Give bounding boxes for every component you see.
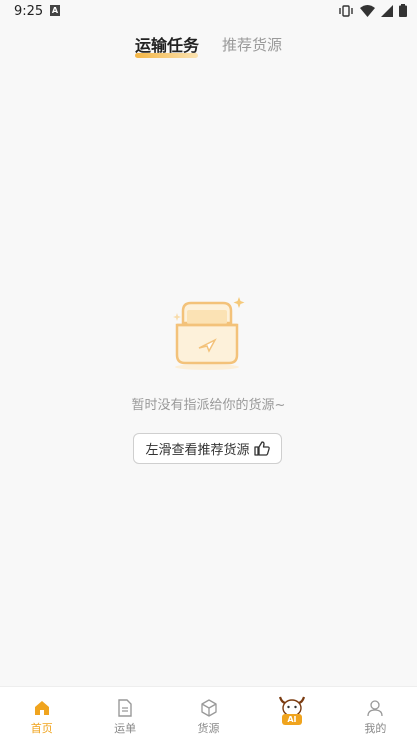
nav-mine-label: 我的 [364, 722, 387, 735]
status-time: 9:25 [14, 4, 44, 19]
empty-state-message: 暂时没有指派给你的货源~ [131, 398, 286, 413]
status-icons [338, 4, 407, 17]
empty-box-illustration [173, 297, 245, 370]
ai-badge-label: AI [287, 715, 297, 724]
notification-icon: A [50, 5, 60, 16]
nav-cargo-label: 货源 [197, 722, 220, 735]
nav-waybill-label: 运单 [114, 722, 137, 735]
nav-waybill[interactable]: 运单 [83, 687, 166, 742]
swipe-button-label: 左滑查看推荐货源 [145, 443, 250, 458]
box-icon [200, 699, 217, 717]
home-icon [34, 701, 49, 715]
ai-mascot-icon: AI [277, 693, 307, 725]
nav-mine[interactable]: 我的 [334, 687, 417, 742]
bottom-navigation: 首页 运单 货源 AI 我的 [0, 686, 417, 742]
thumbs-up-icon [253, 441, 270, 456]
tab-recommended-cargo[interactable]: 推荐货源 [222, 34, 282, 55]
battery-icon [399, 4, 407, 17]
nav-home[interactable]: 首页 [0, 687, 83, 742]
vibrate-icon [339, 4, 353, 17]
nav-home-label: 首页 [30, 722, 53, 735]
view-recommended-cargo-button[interactable]: 左滑查看推荐货源 [133, 433, 282, 464]
status-bar: 9:25 A [0, 0, 417, 24]
active-tab-indicator [135, 53, 198, 58]
document-icon [118, 699, 132, 717]
tab-bar: 运输任务 推荐货源 [0, 32, 417, 62]
person-icon [367, 700, 383, 717]
nav-cargo[interactable]: 货源 [167, 687, 250, 742]
wifi-icon [360, 4, 375, 17]
signal-icon [381, 4, 393, 17]
nav-ai[interactable]: AI [250, 687, 333, 742]
